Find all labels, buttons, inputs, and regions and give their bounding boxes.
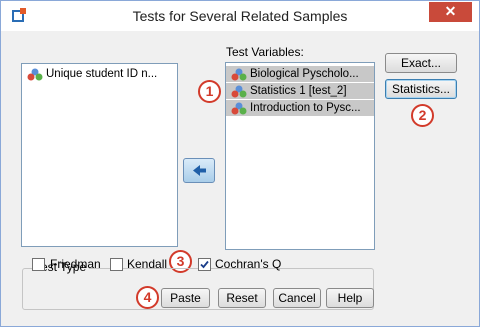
arrow-left-icon bbox=[193, 165, 206, 176]
cancel-button[interactable]: Cancel bbox=[273, 288, 321, 308]
statistics-button[interactable]: Statistics... bbox=[385, 79, 457, 99]
list-item[interactable]: Introduction to Pysc... bbox=[226, 100, 374, 116]
list-item-label: Unique student ID n... bbox=[46, 68, 158, 80]
list-item-label: Introduction to Pysc... bbox=[250, 102, 361, 114]
cochran-label[interactable]: Cochran's Q bbox=[215, 257, 281, 271]
friedman-checkbox[interactable] bbox=[32, 258, 45, 271]
reset-button[interactable]: Reset bbox=[218, 288, 266, 308]
title-bar[interactable]: Tests for Several Related Samples ✕ bbox=[1, 1, 479, 31]
dialog-window: Tests for Several Related Samples ✕ Uniq… bbox=[0, 0, 480, 327]
checkmark-icon bbox=[200, 260, 209, 269]
list-item-label: Biological Pyscholo... bbox=[250, 68, 359, 80]
list-item-label: Statistics 1 [test_2] bbox=[250, 85, 347, 97]
close-button[interactable]: ✕ bbox=[429, 2, 472, 22]
close-icon: ✕ bbox=[444, 3, 457, 19]
dialog-title: Tests for Several Related Samples bbox=[132, 8, 348, 24]
list-item[interactable]: Biological Pyscholo... bbox=[226, 66, 374, 82]
exact-button[interactable]: Exact... bbox=[385, 53, 457, 73]
scale-variable-icon bbox=[231, 68, 247, 81]
list-item[interactable]: Unique student ID n... bbox=[22, 66, 177, 82]
list-item[interactable]: Statistics 1 [test_2] bbox=[226, 83, 374, 99]
cochran-checkbox[interactable] bbox=[198, 258, 211, 271]
kendall-checkbox[interactable] bbox=[110, 258, 123, 271]
dialog-body: Unique student ID n... Test Variables: B… bbox=[1, 31, 479, 326]
test-variables-list[interactable]: Biological Pyscholo... Statistics 1 [tes… bbox=[225, 62, 375, 250]
paste-button[interactable]: Paste bbox=[161, 288, 210, 308]
test-variables-label: Test Variables: bbox=[226, 45, 304, 59]
marker-2: 2 bbox=[411, 104, 434, 127]
friedman-label[interactable]: Friedman bbox=[50, 257, 101, 271]
marker-1: 1 bbox=[198, 80, 221, 103]
nominal-variable-icon bbox=[27, 68, 43, 81]
move-variable-button[interactable] bbox=[183, 158, 215, 183]
scale-variable-icon bbox=[231, 85, 247, 98]
source-variable-list[interactable]: Unique student ID n... bbox=[21, 63, 178, 247]
kendall-label[interactable]: Kendall's W bbox=[127, 257, 167, 271]
scale-variable-icon bbox=[231, 102, 247, 115]
help-button[interactable]: Help bbox=[326, 288, 374, 308]
